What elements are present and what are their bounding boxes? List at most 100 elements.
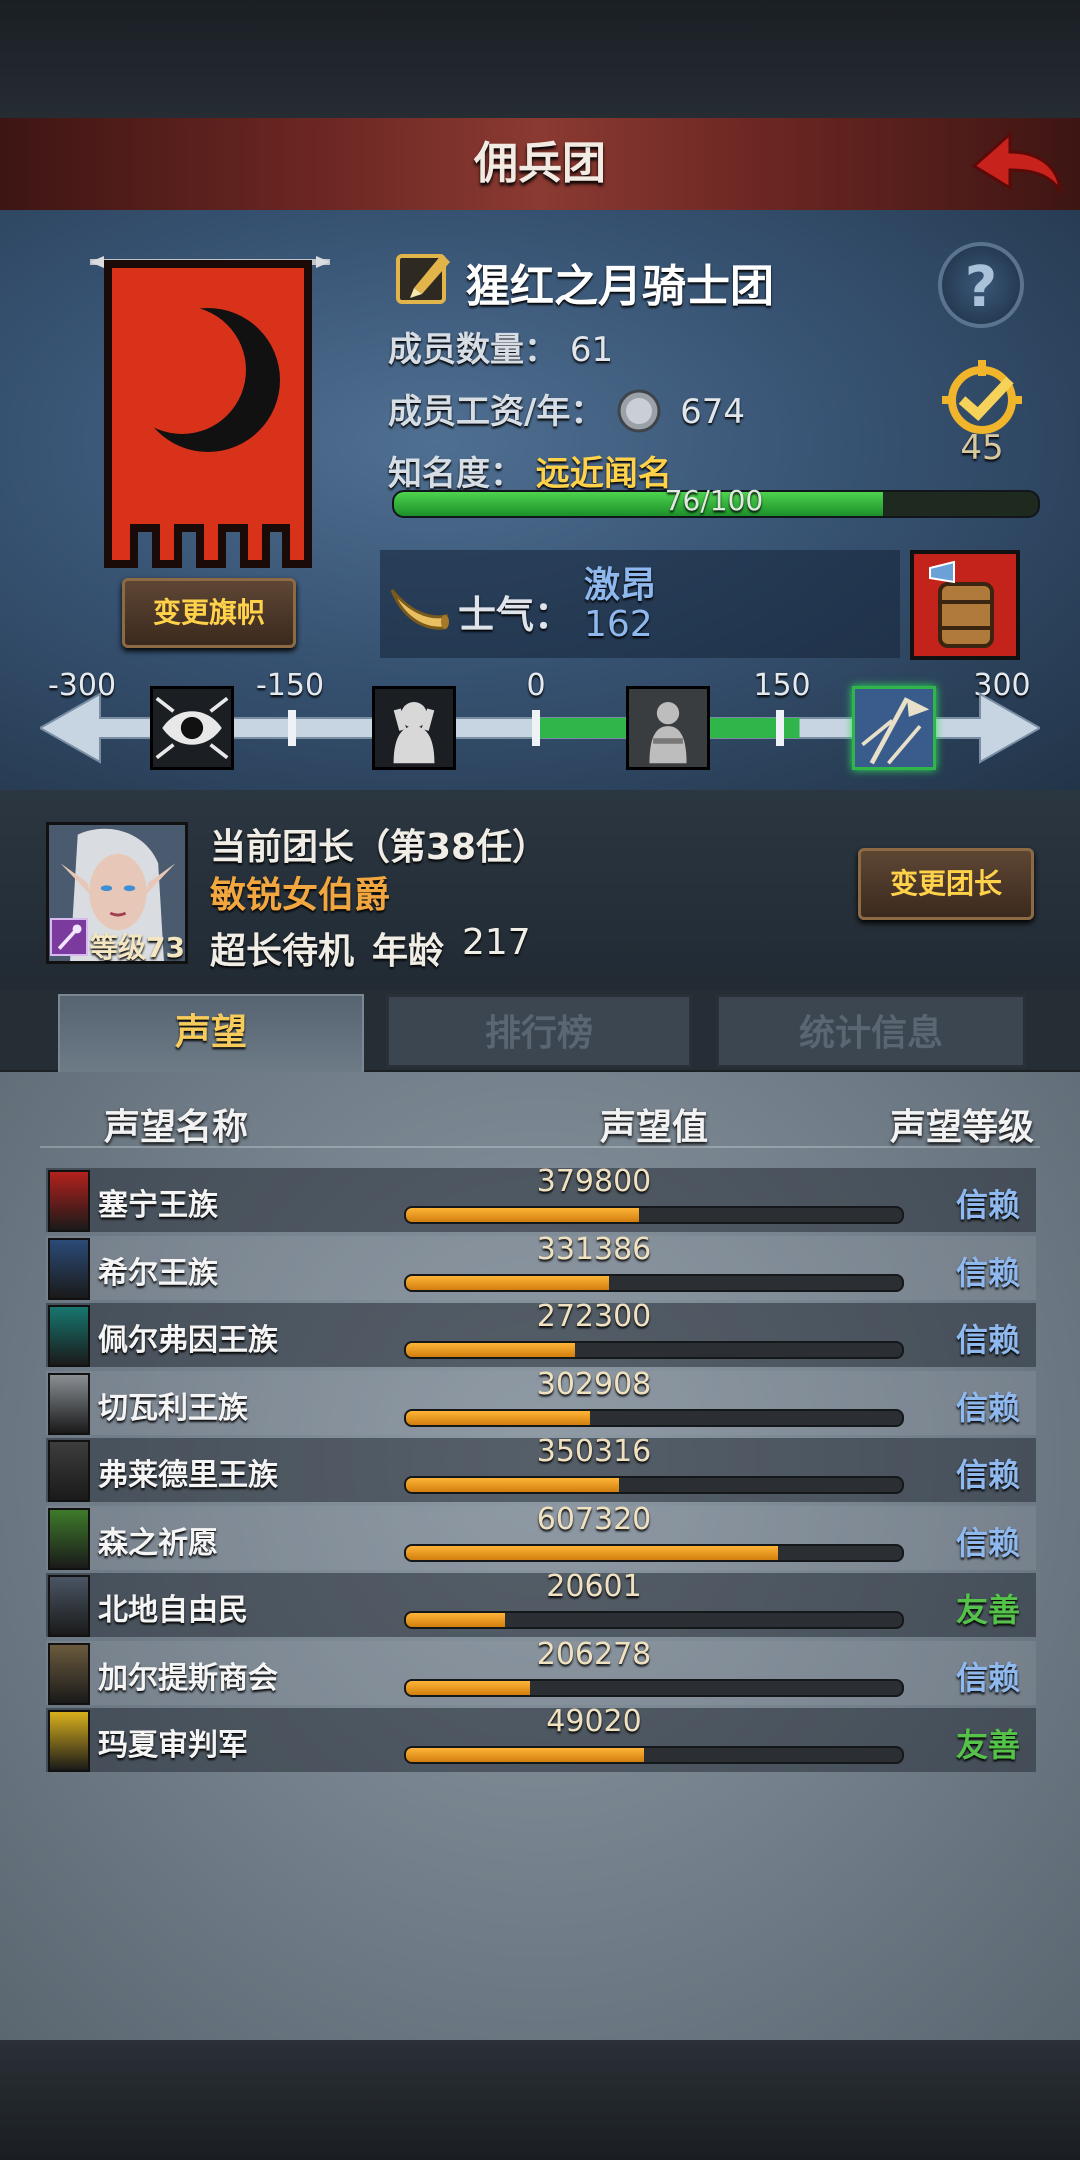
reputation-progress-bar — [404, 1746, 904, 1764]
reputation-value: 302908 — [536, 1367, 652, 1402]
reputation-name: 玛夏审判军 — [98, 1728, 248, 1763]
tab-leaderboard[interactable]: 排行榜 — [386, 994, 692, 1068]
top-bar — [0, 0, 1080, 118]
morale-label: 士气： — [458, 593, 573, 637]
reputation-name: 加尔提斯商会 — [98, 1661, 278, 1696]
reputation-name: 切瓦利王族 — [98, 1391, 248, 1426]
scales-crest-icon — [48, 1373, 90, 1435]
barrel-icon[interactable] — [910, 550, 1020, 660]
reputation-progress-fill — [406, 1546, 778, 1560]
reputation-level: 友善 — [955, 1591, 1020, 1629]
reputation-value: 607320 — [536, 1502, 652, 1537]
salary-value: 674 — [680, 392, 746, 432]
morale-state: 激昂 — [584, 565, 657, 606]
members-row: 成员数量： 61 — [388, 322, 613, 371]
reputation-row[interactable]: 佩尔弗因王族 272300 信赖 — [46, 1299, 1036, 1367]
guild-flag-icon — [90, 256, 330, 568]
fame-progress-text: 76/100 — [664, 484, 764, 517]
salary-label: 成员工资/年： — [388, 392, 605, 432]
demon-crest-icon — [48, 1440, 90, 1502]
helm-crest-icon — [48, 1238, 90, 1300]
reputation-progress-bar — [404, 1611, 904, 1629]
reputation-row[interactable]: 玛夏审判军 49020 友善 — [46, 1704, 1036, 1772]
reputation-name: 森之祈愿 — [98, 1526, 218, 1561]
reputation-progress-bar — [404, 1679, 904, 1697]
reputation-value: 20601 — [546, 1569, 642, 1604]
achievement-count: 45 — [960, 428, 1004, 468]
reputation-level: 信赖 — [955, 1186, 1020, 1224]
reputation-progress-fill — [406, 1411, 590, 1425]
edit-name-icon[interactable] — [396, 248, 454, 306]
reputation-value: 49020 — [546, 1704, 642, 1739]
reputation-level: 信赖 — [955, 1456, 1020, 1494]
commander-age-label: 年龄 — [372, 931, 445, 972]
calm-figure-icon[interactable] — [626, 686, 710, 770]
eye-madness-icon[interactable] — [150, 686, 234, 770]
reputation-progress-fill — [406, 1613, 506, 1627]
reputation-name: 塞宁王族 — [98, 1188, 218, 1223]
silver-coin-icon — [617, 389, 661, 432]
members-label: 成员数量： — [388, 330, 558, 370]
reputation-progress-bar — [404, 1341, 904, 1359]
reputation-progress-fill — [406, 1681, 530, 1695]
reputation-level: 信赖 — [955, 1254, 1020, 1292]
reputation-progress-bar — [404, 1476, 904, 1494]
commander-name: 敏锐女伯爵 — [210, 875, 391, 916]
reputation-level: 信赖 — [955, 1524, 1020, 1562]
reputation-row[interactable]: 北地自由民 20601 友善 — [46, 1569, 1036, 1637]
reputation-progress-bar — [404, 1544, 904, 1562]
tab-statistics[interactable]: 统计信息 — [716, 994, 1026, 1068]
reputation-progress-fill — [406, 1343, 575, 1357]
salary-row: 成员工资/年： 674 — [388, 384, 745, 440]
reputation-level: 信赖 — [955, 1659, 1020, 1697]
commander-age: 217 — [462, 922, 531, 963]
guild-name: 猩红之月骑士团 — [466, 261, 774, 312]
reputation-name: 佩尔弗因王族 — [98, 1323, 278, 1358]
reputation-row[interactable]: 希尔王族 331386 信赖 — [46, 1232, 1036, 1300]
axe-crest-icon — [48, 1575, 90, 1637]
reputation-name: 弗莱德里王族 — [98, 1458, 278, 1493]
staff-class-icon — [50, 918, 88, 956]
reputation-progress-fill — [406, 1748, 645, 1762]
reputation-value: 206278 — [536, 1637, 652, 1672]
commander-level: 等级73 — [90, 931, 185, 964]
reputation-value: 272300 — [536, 1299, 652, 1334]
reputation-progress-bar — [404, 1409, 904, 1427]
reputation-name: 北地自由民 — [98, 1593, 248, 1628]
reputation-row[interactable]: 塞宁王族 379800 信赖 — [46, 1164, 1036, 1232]
commander-title: 当前团长（第38任） — [210, 827, 549, 868]
commander-status: 超长待机 — [210, 931, 355, 972]
horn-icon — [390, 589, 449, 630]
back-arrow-icon[interactable] — [968, 126, 1064, 200]
members-value: 61 — [569, 330, 614, 370]
chest-crest-icon — [48, 1643, 90, 1705]
help-button[interactable]: ? — [938, 242, 1024, 328]
reputation-row[interactable]: 切瓦利王族 302908 信赖 — [46, 1367, 1036, 1435]
despair-figure-icon[interactable] — [372, 686, 456, 770]
reputation-level: 友善 — [955, 1726, 1020, 1764]
reputation-name: 希尔王族 — [98, 1256, 218, 1291]
moon-crest-icon — [48, 1305, 90, 1367]
sun-crest-icon — [48, 1710, 90, 1772]
tree-crest-icon — [48, 1508, 90, 1570]
reputation-level: 信赖 — [955, 1321, 1020, 1359]
mercenary-screen: { "header": { "title": "佣兵团" }, "guild":… — [0, 0, 1080, 2160]
reputation-progress-fill — [406, 1478, 620, 1492]
tab-reputation[interactable]: 声望 — [58, 994, 364, 1076]
sword-crest-icon — [48, 1170, 90, 1232]
change-flag-button[interactable]: 变更旗帜 — [122, 578, 296, 648]
reputation-value: 379800 — [536, 1164, 652, 1199]
reputation-row[interactable]: 加尔提斯商会 206278 信赖 — [46, 1637, 1036, 1705]
header-reputation-value: 声望值 — [600, 1107, 709, 1148]
reputation-progress-bar — [404, 1206, 904, 1224]
banner-charge-icon[interactable] — [852, 686, 936, 770]
header-reputation-level: 声望等级 — [890, 1107, 1035, 1148]
change-commander-button[interactable]: 变更团长 — [858, 848, 1034, 920]
reputation-level: 信赖 — [955, 1389, 1020, 1427]
reputation-value: 331386 — [536, 1232, 652, 1267]
bottom-bar — [0, 2040, 1080, 2160]
reputation-row[interactable]: 弗莱德里王族 350316 信赖 — [46, 1434, 1036, 1502]
reputation-value: 350316 — [536, 1434, 652, 1469]
reputation-row[interactable]: 森之祈愿 607320 信赖 — [46, 1502, 1036, 1570]
morale-value: 162 — [584, 604, 653, 645]
